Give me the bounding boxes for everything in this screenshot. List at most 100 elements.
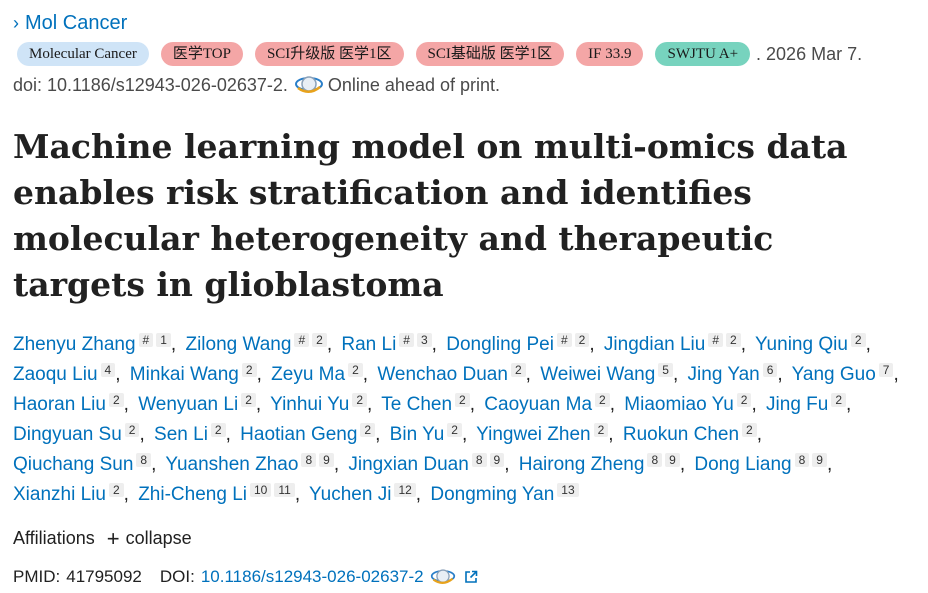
affiliation-ref[interactable]: 9 bbox=[489, 453, 505, 467]
publisher-globe-icon[interactable] bbox=[294, 74, 324, 96]
publisher-globe-icon[interactable] bbox=[430, 567, 456, 587]
affiliation-ref[interactable]: 2 bbox=[831, 393, 847, 407]
author-item: Yuchen Ji 12 bbox=[309, 483, 416, 505]
author-name-link[interactable]: Yuchen Ji bbox=[309, 484, 391, 505]
author-name-link[interactable]: Hairong Zheng bbox=[519, 454, 645, 475]
affiliation-ref[interactable]: 1 bbox=[156, 333, 171, 347]
identifiers: PMID: 41795092 DOI: 10.1186/s12943-026-0… bbox=[13, 567, 478, 587]
journal-name[interactable]: Mol Cancer bbox=[25, 12, 127, 35]
author-name-link[interactable]: Yingwei Zhen bbox=[476, 424, 590, 445]
affiliation-ref[interactable]: 2 bbox=[736, 393, 752, 407]
affiliation-ref[interactable]: 2 bbox=[726, 333, 741, 347]
affiliation-ref[interactable]: 13 bbox=[557, 483, 579, 497]
affiliation-ref[interactable]: 7 bbox=[878, 363, 894, 377]
author-name-link[interactable]: Qiuchang Sun bbox=[13, 454, 133, 475]
author-name-link[interactable]: Bin Yu bbox=[390, 424, 445, 445]
author-name-link[interactable]: Zhi-Cheng Li bbox=[138, 484, 247, 505]
affiliation-ref[interactable]: 2 bbox=[124, 423, 140, 437]
author-name-link[interactable]: Dong Liang bbox=[694, 454, 791, 475]
affiliation-ref[interactable]: 2 bbox=[352, 393, 368, 407]
affiliation-ref[interactable]: 2 bbox=[348, 363, 363, 377]
affiliation-ref[interactable]: 9 bbox=[812, 453, 827, 467]
author-item: Ruokun Chen 2 bbox=[623, 423, 757, 445]
publication-date: . 2026 Mar 7. bbox=[756, 43, 863, 64]
affiliation-ref[interactable]: 12 bbox=[394, 483, 416, 497]
badge-medicine-top: 医学TOP bbox=[160, 42, 243, 66]
author-name-link[interactable]: Sen Li bbox=[154, 424, 208, 445]
affiliation-ref[interactable]: 11 bbox=[274, 483, 295, 497]
affiliation-ref[interactable]: 2 bbox=[360, 423, 376, 437]
affiliation-ref[interactable]: 2 bbox=[850, 333, 866, 347]
affiliation-ref[interactable]: 2 bbox=[742, 423, 757, 437]
author-name-link[interactable]: Xianzhi Liu bbox=[13, 484, 106, 505]
author-name-link[interactable]: Zaoqu Liu bbox=[13, 364, 98, 385]
author-separator: , bbox=[375, 424, 381, 445]
affiliation-ref[interactable]: 2 bbox=[574, 333, 590, 347]
author-name-link[interactable]: Yinhui Yu bbox=[270, 394, 349, 415]
author-name-link[interactable]: Yuanshen Zhao bbox=[165, 454, 298, 475]
author-name-link[interactable]: Haoran Liu bbox=[13, 394, 106, 415]
affiliation-ref[interactable]: 2 bbox=[510, 363, 526, 377]
author-name-link[interactable]: Wenchao Duan bbox=[377, 364, 508, 385]
affiliation-ref[interactable]: 2 bbox=[108, 483, 124, 497]
author-name-link[interactable]: Ran Li bbox=[341, 334, 396, 355]
external-link-icon[interactable] bbox=[464, 570, 478, 584]
author-name-link[interactable]: Jing Fu bbox=[766, 394, 828, 415]
affiliation-ref[interactable]: 2 bbox=[108, 393, 124, 407]
author-name-link[interactable]: Zhenyu Zhang bbox=[13, 334, 136, 355]
plus-icon[interactable]: + bbox=[107, 527, 120, 549]
affiliation-ref[interactable]: 2 bbox=[595, 393, 610, 407]
affiliation-ref[interactable]: 6 bbox=[762, 363, 778, 377]
author-name-link[interactable]: Jing Yan bbox=[688, 364, 760, 385]
author-name-link[interactable]: Dingyuan Su bbox=[13, 424, 122, 445]
affiliation-ref[interactable]: 2 bbox=[447, 423, 462, 437]
affiliation-ref[interactable]: 8 bbox=[647, 453, 663, 467]
doi-link[interactable]: 10.1186/s12943-026-02637-2 bbox=[201, 567, 424, 587]
affiliation-ref[interactable]: 2 bbox=[593, 423, 609, 437]
affiliation-ref[interactable]: 9 bbox=[319, 453, 334, 467]
affiliation-ref[interactable]: 3 bbox=[416, 333, 432, 347]
author-separator: , bbox=[256, 364, 262, 385]
author-name-link[interactable]: Jingdian Liu bbox=[604, 334, 705, 355]
pmid-value: 41795092 bbox=[66, 567, 142, 586]
author-name-link[interactable]: Te Chen bbox=[381, 394, 452, 415]
affiliation-ref[interactable]: 8 bbox=[794, 453, 810, 467]
equal-contribution-mark: # bbox=[138, 333, 154, 347]
affiliation-ref[interactable]: 2 bbox=[241, 363, 257, 377]
affiliation-ref[interactable]: 10 bbox=[249, 483, 272, 497]
author-name-link[interactable]: Yang Guo bbox=[792, 364, 876, 385]
affiliation-ref[interactable]: 2 bbox=[455, 393, 470, 407]
affiliation-ref[interactable]: 2 bbox=[241, 393, 256, 407]
author-name-link[interactable]: Miaomiao Yu bbox=[624, 394, 734, 415]
author-separator: , bbox=[326, 334, 333, 355]
collapse-link[interactable]: collapse bbox=[126, 528, 192, 549]
author-item: Zilong Wang #2 bbox=[185, 333, 327, 355]
author-name-link[interactable]: Caoyuan Ma bbox=[484, 394, 592, 415]
affiliation-ref[interactable]: 5 bbox=[658, 363, 673, 377]
author-separator: , bbox=[362, 364, 369, 385]
author-name-link[interactable]: Weiwei Wang bbox=[540, 364, 655, 385]
affiliation-ref[interactable]: 8 bbox=[136, 453, 152, 467]
affiliation-ref[interactable]: 9 bbox=[665, 453, 680, 467]
author-name-link[interactable]: Dongling Pei bbox=[446, 334, 554, 355]
author-name-link[interactable]: Zeyu Ma bbox=[271, 364, 345, 385]
affiliation-ref[interactable]: 2 bbox=[210, 423, 226, 437]
author-name-link[interactable]: Minkai Wang bbox=[130, 364, 239, 385]
author-name-link[interactable]: Wenyuan Li bbox=[138, 394, 238, 415]
author-name-link[interactable]: Haotian Geng bbox=[240, 424, 357, 445]
author-name-link[interactable]: Ruokun Chen bbox=[623, 424, 739, 445]
online-status: Online ahead of print. bbox=[327, 74, 501, 95]
author-name-link[interactable]: Jingxian Duan bbox=[348, 454, 468, 475]
author-separator: , bbox=[469, 394, 476, 415]
affiliation-ref[interactable]: 8 bbox=[471, 453, 487, 467]
author-item: Qiuchang Sun 8 bbox=[13, 453, 152, 475]
author-item: Yinhui Yu 2 bbox=[270, 393, 368, 415]
author-name-link[interactable]: Dongming Yan bbox=[430, 484, 554, 505]
author-name-link[interactable]: Zilong Wang bbox=[185, 334, 291, 355]
affiliations-toggle[interactable]: Affiliations + collapse bbox=[13, 527, 192, 549]
affiliation-ref[interactable]: 2 bbox=[312, 333, 327, 347]
affiliation-ref[interactable]: 4 bbox=[100, 363, 116, 377]
author-name-link[interactable]: Yuning Qiu bbox=[755, 334, 848, 355]
journal-link[interactable]: › Mol Cancer bbox=[13, 12, 127, 35]
affiliation-ref[interactable]: 8 bbox=[301, 453, 317, 467]
